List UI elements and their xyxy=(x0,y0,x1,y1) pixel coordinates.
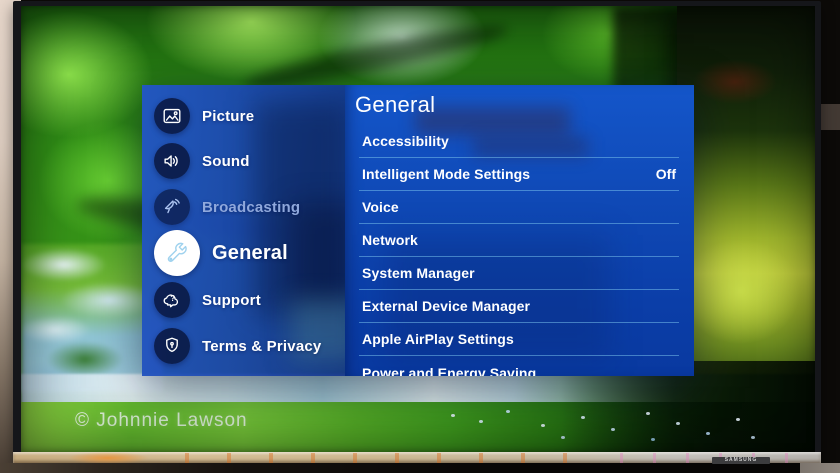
menu-row-external-device-manager[interactable]: External Device Manager xyxy=(359,290,679,323)
menu-row-label: Voice xyxy=(362,199,399,215)
menu-row-label: Intelligent Mode Settings xyxy=(362,166,530,182)
sidebar-item-picture[interactable]: Picture xyxy=(142,96,345,136)
sidebar-item-label: Terms & Privacy xyxy=(202,338,321,355)
menu-row-label: Accessibility xyxy=(362,133,449,149)
menu-row-system-manager[interactable]: System Manager xyxy=(359,257,679,290)
sidebar-item-support[interactable]: ? Support xyxy=(142,280,345,320)
menu-row-network[interactable]: Network xyxy=(359,224,679,257)
menu-row-label: Network xyxy=(362,232,418,248)
svg-text:?: ? xyxy=(170,294,175,303)
support-icon: ? xyxy=(154,282,190,318)
menu-row-voice[interactable]: Voice xyxy=(359,191,679,224)
panel-title: General xyxy=(355,92,435,118)
samsung-logo-badge: SAMSUNG xyxy=(712,457,770,464)
photo-of-tv: © Johnnie Lawson Picture xyxy=(0,0,840,473)
tv-screen: © Johnnie Lawson Picture xyxy=(21,6,815,452)
sidebar-item-sound[interactable]: Sound xyxy=(142,141,345,181)
panel-rows: Accessibility Intelligent Mode Settings … xyxy=(345,125,694,376)
picture-icon xyxy=(154,98,190,134)
sound-icon xyxy=(154,143,190,179)
wall-shelf-line xyxy=(818,104,840,130)
wall-right xyxy=(818,0,840,473)
general-wrench-icon xyxy=(154,230,200,276)
bezel-reflection xyxy=(163,453,593,463)
menu-row-label: External Device Manager xyxy=(362,298,530,314)
sidebar-item-label: General xyxy=(212,242,288,265)
sidebar-item-terms-privacy[interactable]: Terms & Privacy xyxy=(142,326,345,366)
menu-row-value: Off xyxy=(656,166,676,182)
menu-row-label: Apple AirPlay Settings xyxy=(362,331,514,347)
sidebar-item-label: Picture xyxy=(202,108,254,125)
settings-panel-general: General Accessibility Intelligent Mode S… xyxy=(345,85,694,376)
terms-privacy-icon xyxy=(154,328,190,364)
menu-row-apple-airplay-settings[interactable]: Apple AirPlay Settings xyxy=(359,323,679,356)
menu-row-power-and-energy-saving[interactable]: Power and Energy Saving xyxy=(359,356,679,376)
menu-row-intelligent-mode-settings[interactable]: Intelligent Mode Settings Off xyxy=(359,158,679,191)
settings-menu: Picture Sound xyxy=(142,85,694,376)
water-sparkles xyxy=(451,414,455,417)
settings-sidebar: Picture Sound xyxy=(142,85,345,376)
menu-row-label: Power and Energy Saving xyxy=(362,365,536,377)
bezel-reflection xyxy=(603,453,818,463)
menu-row-accessibility[interactable]: Accessibility xyxy=(359,125,679,158)
sidebar-item-label: Sound xyxy=(202,153,250,170)
photo-watermark: © Johnnie Lawson xyxy=(75,410,248,432)
tv-stand-shadow xyxy=(500,463,800,473)
sidebar-item-general[interactable]: General xyxy=(142,230,345,276)
menu-row-label: System Manager xyxy=(362,265,475,281)
sidebar-item-label: Support xyxy=(202,292,261,309)
sidebar-item-label: Broadcasting xyxy=(202,199,300,216)
broadcasting-icon xyxy=(154,189,190,225)
sidebar-item-broadcasting[interactable]: Broadcasting xyxy=(142,187,345,227)
